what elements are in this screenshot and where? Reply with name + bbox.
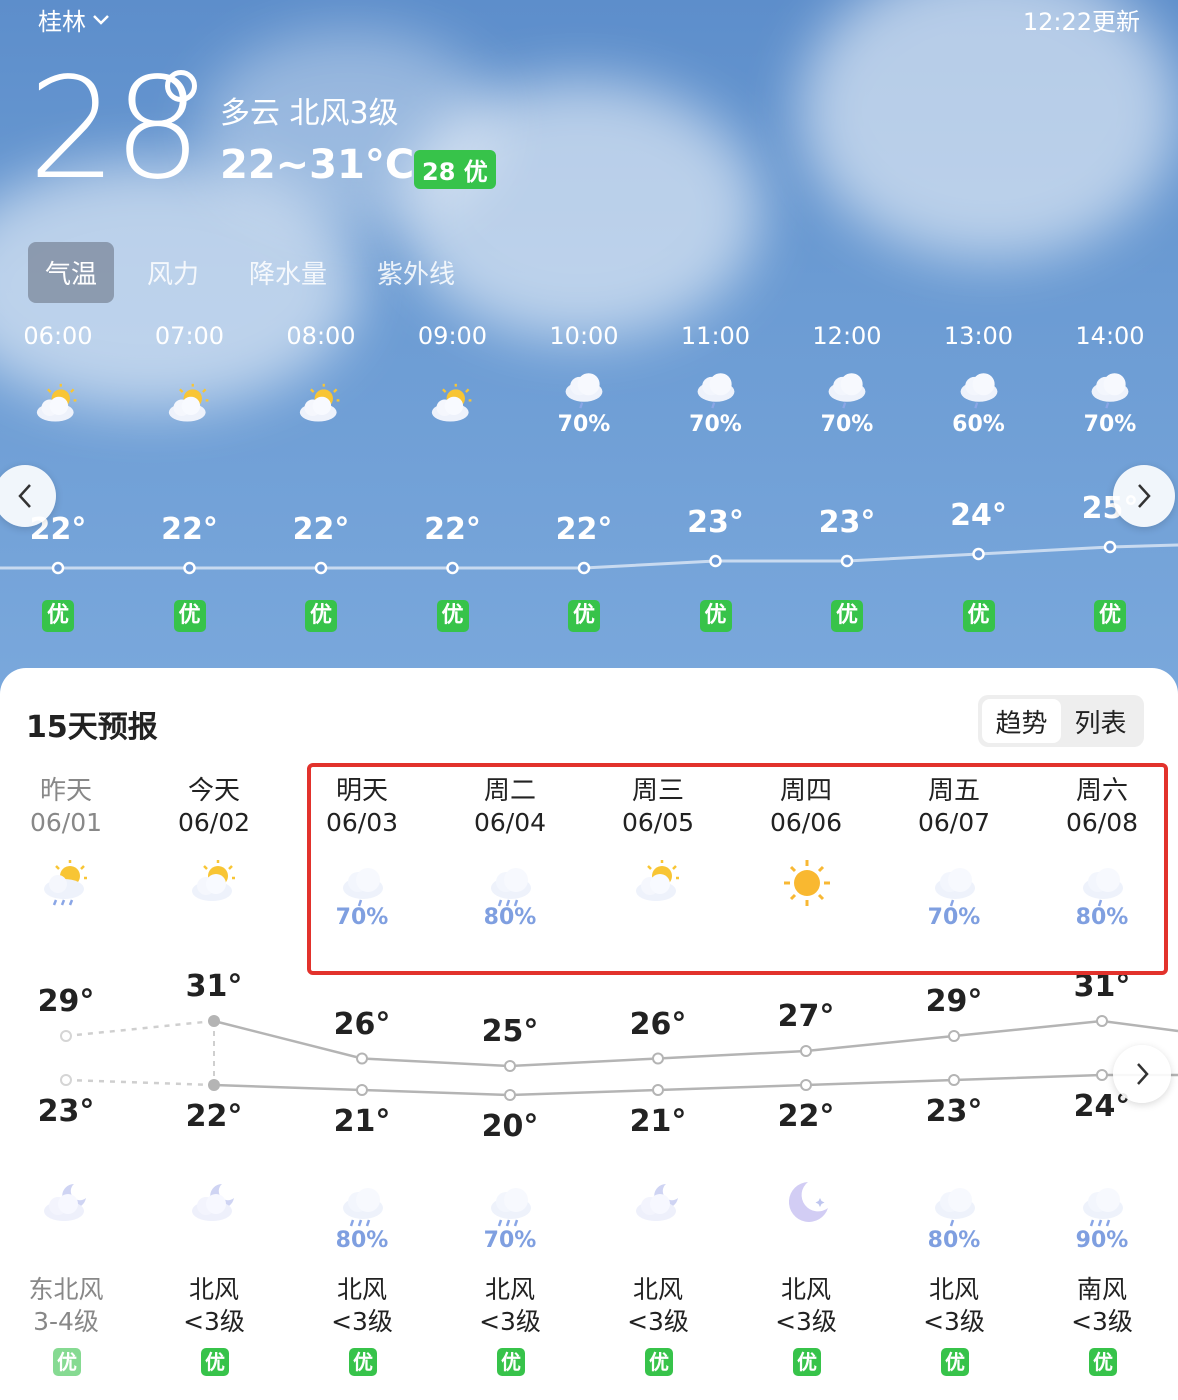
high-temp-point bbox=[208, 1015, 220, 1027]
low-temp-point bbox=[356, 1084, 368, 1096]
high-temp-point bbox=[1096, 1015, 1108, 1027]
highlight-box bbox=[307, 763, 1168, 975]
high-temp-point bbox=[60, 1030, 72, 1042]
daily-next-button[interactable] bbox=[1113, 1045, 1171, 1103]
high-temp-point bbox=[800, 1045, 812, 1057]
low-temp-line-past bbox=[65, 1078, 215, 1087]
low-temp-point bbox=[1096, 1069, 1108, 1081]
low-temp-point bbox=[652, 1084, 664, 1096]
high-temp-point bbox=[356, 1052, 368, 1065]
low-temp-point bbox=[208, 1079, 220, 1091]
low-temp-point bbox=[948, 1074, 960, 1086]
low-temp-point bbox=[504, 1089, 516, 1101]
daily-temp-curves bbox=[60, 1015, 1178, 1101]
high-temp-point bbox=[504, 1060, 516, 1072]
chevron-right-icon bbox=[1137, 1063, 1149, 1085]
high-temp-line-past bbox=[65, 1019, 215, 1038]
high-temp-point bbox=[652, 1052, 664, 1065]
high-temp-point bbox=[948, 1030, 960, 1042]
low-temp-point bbox=[800, 1079, 812, 1091]
low-temp-point bbox=[60, 1074, 72, 1086]
